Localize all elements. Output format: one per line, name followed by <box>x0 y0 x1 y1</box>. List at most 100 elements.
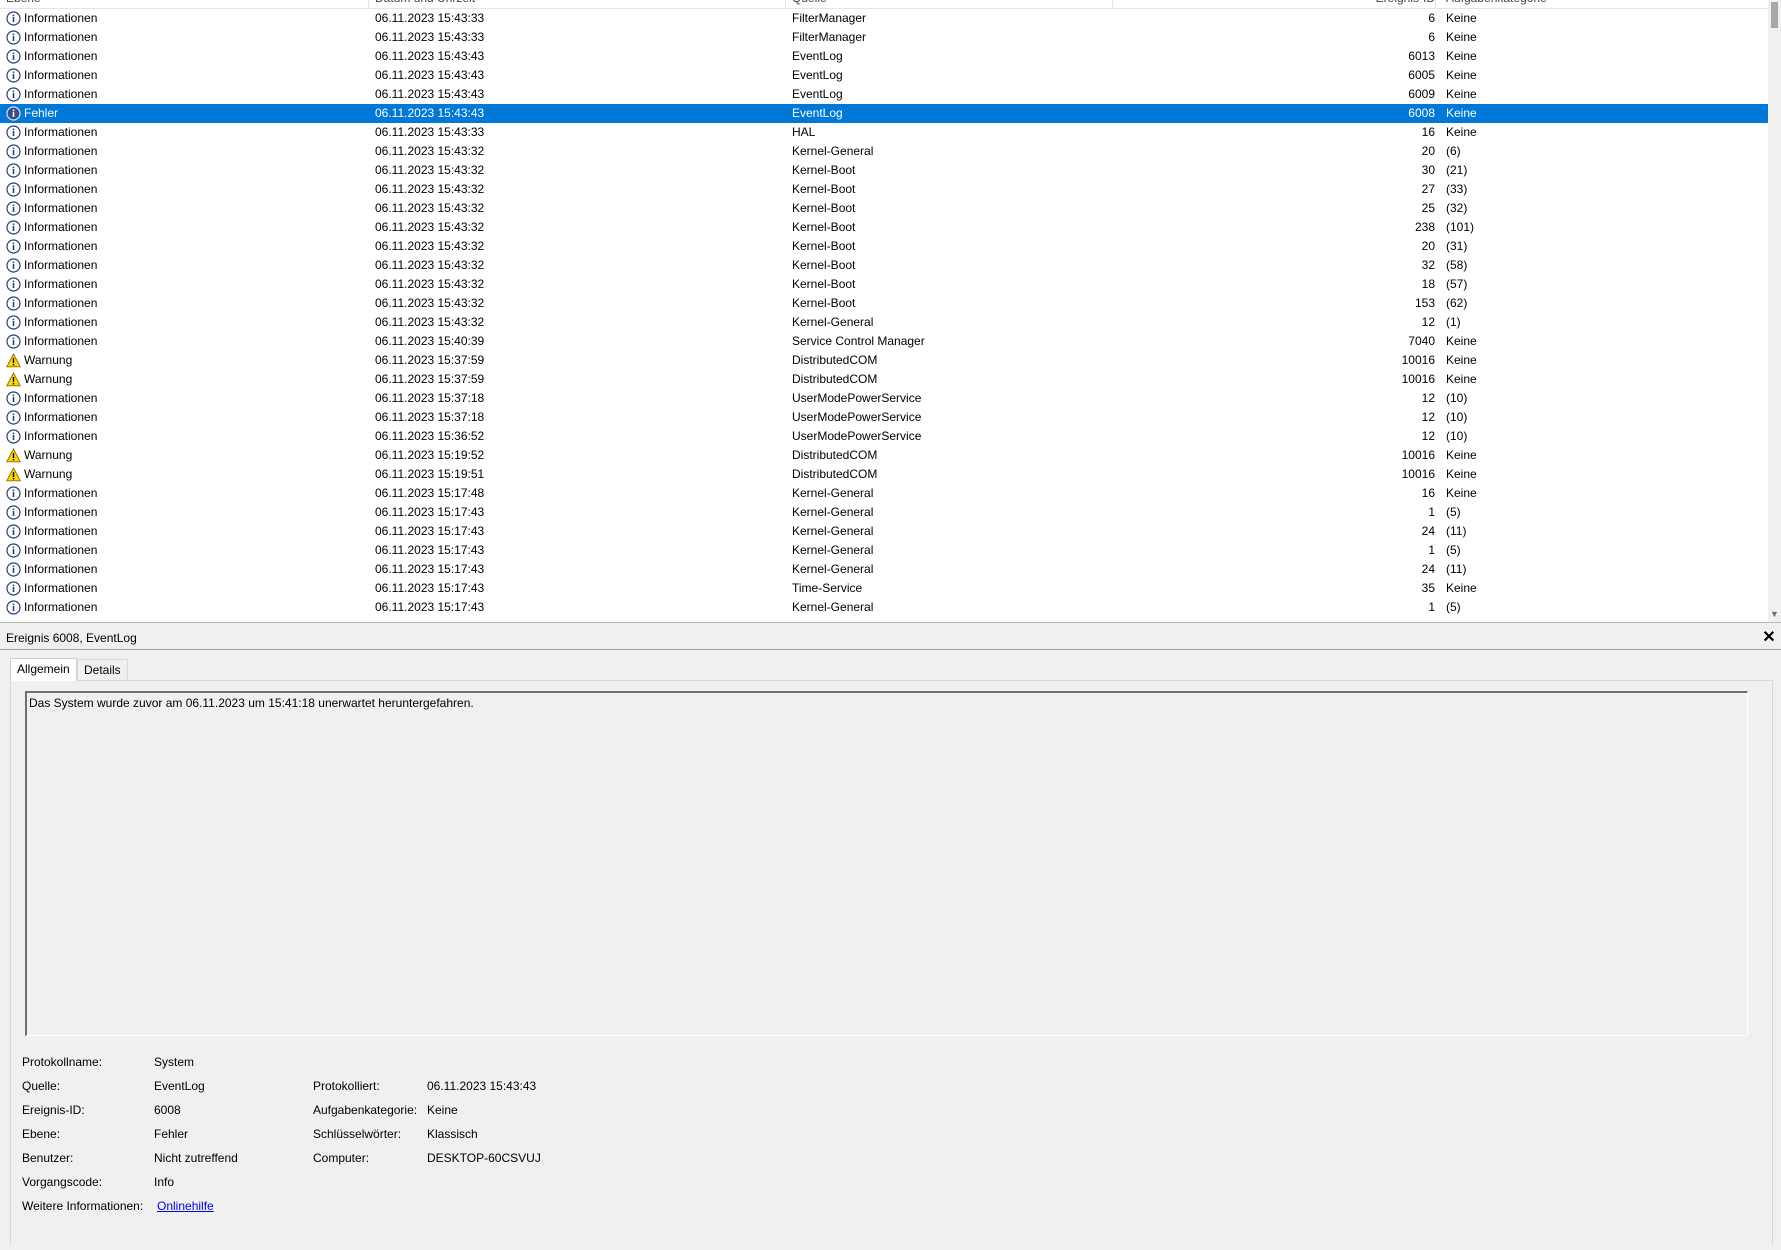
cell-category: (6) <box>1446 144 1461 158</box>
value-ereignis-id: 6008 <box>154 1103 181 1117</box>
tab-allgemein[interactable]: Allgemein <box>10 658 77 681</box>
value-protokollname: System <box>154 1055 195 1069</box>
cell-level: Warnung <box>24 353 73 367</box>
table-row[interactable]: Informationen 06.11.2023 15:43:32 Kernel-B… <box>0 256 1768 275</box>
table-row[interactable]: Informationen 06.11.2023 15:43:43 EventLog… <box>0 47 1768 66</box>
column-header-event-id[interactable]: Ereignis-ID <box>1120 0 1436 8</box>
label-vorgangscode: Vorgangscode: <box>22 1175 103 1189</box>
cell-category: (10) <box>1446 429 1468 443</box>
table-row[interactable]: Informationen 06.11.2023 15:43:33 HAL 16 Kei… <box>0 123 1768 142</box>
cell-category: Keine <box>1446 581 1477 595</box>
table-row[interactable]: Informationen 06.11.2023 15:43:33 FilterMa… <box>0 28 1768 47</box>
event-message-box[interactable]: Das System wurde zuvor am 06.11.2023 um … <box>25 691 1748 1036</box>
column-header-date[interactable]: Datum und Uhrzeit <box>375 0 786 8</box>
column-header-source[interactable]: Quelle <box>792 0 1113 8</box>
cell-event-id: 18 <box>1421 277 1435 291</box>
tab-details[interactable]: Details <box>77 659 128 680</box>
cell-level: Informationen <box>24 277 98 291</box>
table-row[interactable]: Warnung 06.11.2023 15:19:52 DistributedCOM… <box>0 446 1768 465</box>
cell-event-id: 6013 <box>1408 49 1435 63</box>
table-row[interactable]: Informationen 06.11.2023 15:43:32 Kernel-B… <box>0 237 1768 256</box>
table-row[interactable]: Fehler 06.11.2023 15:43:43 EventLog 6008 Kei… <box>0 104 1768 123</box>
table-row[interactable]: Informationen 06.11.2023 15:43:32 Kernel-B… <box>0 218 1768 237</box>
table-row[interactable]: Informationen 06.11.2023 15:40:39 Service … <box>0 332 1768 351</box>
cell-event-id: 6008 <box>1408 106 1435 120</box>
cell-level: Warnung <box>24 448 73 462</box>
cell-date: 06.11.2023 15:43:33 <box>375 30 485 44</box>
cell-source: UserModePowerService <box>792 429 922 443</box>
cell-date: 06.11.2023 15:19:51 <box>375 467 485 481</box>
table-row[interactable]: Informationen 06.11.2023 15:43:43 EventLog… <box>0 85 1768 104</box>
table-row[interactable]: Warnung 06.11.2023 15:19:51 DistributedCOM… <box>0 465 1768 484</box>
cell-date: 06.11.2023 15:17:43 <box>375 581 485 595</box>
table-row[interactable]: Warnung 06.11.2023 15:37:59 DistributedCOM… <box>0 351 1768 370</box>
close-icon[interactable]: ✕ <box>1761 627 1777 649</box>
cell-category: Keine <box>1446 448 1477 462</box>
table-row[interactable]: Informationen 06.11.2023 15:43:32 Kernel-G… <box>0 142 1768 161</box>
table-row[interactable]: Informationen 06.11.2023 15:43:32 Kernel-B… <box>0 294 1768 313</box>
cell-level: Informationen <box>24 11 98 25</box>
event-rows: Informationen 06.11.2023 15:43:33 FilterMa… <box>0 9 1768 617</box>
table-row[interactable]: Informationen 06.11.2023 15:17:43 Kernel-G… <box>0 503 1768 522</box>
cell-category: (11) <box>1446 562 1467 576</box>
label-protokollname: Protokollname: <box>22 1055 103 1069</box>
cell-source: DistributedCOM <box>792 448 878 462</box>
cell-event-id: 12 <box>1421 391 1435 405</box>
table-row[interactable]: Informationen 06.11.2023 15:43:32 Kernel-B… <box>0 161 1768 180</box>
cell-source: Kernel-Boot <box>792 239 856 253</box>
table-row[interactable]: Informationen 06.11.2023 15:17:43 Kernel-G… <box>0 522 1768 541</box>
column-header-category[interactable]: Aufgabenkategorie <box>1446 0 1746 8</box>
table-row[interactable]: Informationen 06.11.2023 15:43:32 Kernel-B… <box>0 199 1768 218</box>
label-quelle: Quelle: <box>22 1079 61 1093</box>
table-row[interactable]: Informationen 06.11.2023 15:43:43 EventLog… <box>0 66 1768 85</box>
table-row[interactable]: Informationen 06.11.2023 15:43:32 Kernel-B… <box>0 275 1768 294</box>
table-row[interactable]: Informationen 06.11.2023 15:37:18 UserMode… <box>0 389 1768 408</box>
value-protokolliert: 06.11.2023 15:43:43 <box>427 1079 537 1093</box>
cell-category: Keine <box>1446 467 1477 481</box>
cell-event-id: 24 <box>1421 524 1435 538</box>
cell-source: Kernel-Boot <box>792 182 856 196</box>
cell-category: Keine <box>1446 353 1477 367</box>
table-row[interactable]: Informationen 06.11.2023 15:17:43 Kernel-G… <box>0 598 1768 617</box>
cell-level: Informationen <box>24 258 98 272</box>
value-benutzer: Nicht zutreffend <box>154 1151 238 1165</box>
label-ebene: Ebene: <box>22 1127 61 1141</box>
cell-level: Informationen <box>24 410 98 424</box>
list-scrollbar[interactable]: ▼ <box>1768 0 1781 622</box>
cell-level: Informationen <box>24 581 98 595</box>
label-aufgabenkategorie: Aufgabenkategorie: <box>313 1103 418 1117</box>
cell-category: (11) <box>1446 524 1467 538</box>
cell-event-id: 10016 <box>1401 467 1435 481</box>
value-ebene: Fehler <box>154 1127 189 1141</box>
cell-source: Kernel-Boot <box>792 201 856 215</box>
cell-category: (31) <box>1446 239 1468 253</box>
cell-level: Informationen <box>24 296 98 310</box>
cell-level: Informationen <box>24 524 98 538</box>
table-row[interactable]: Informationen 06.11.2023 15:17:43 Time-Ser… <box>0 579 1768 598</box>
table-row[interactable]: Informationen 06.11.2023 15:37:18 UserMode… <box>0 408 1768 427</box>
table-row[interactable]: Informationen 06.11.2023 15:43:32 Kernel-G… <box>0 313 1768 332</box>
scroll-down-arrow-icon[interactable]: ▼ <box>1769 609 1780 620</box>
table-row[interactable]: Informationen 06.11.2023 15:17:43 Kernel-G… <box>0 541 1768 560</box>
cell-level: Informationen <box>24 315 98 329</box>
cell-event-id: 1 <box>1428 505 1435 519</box>
cell-source: UserModePowerService <box>792 410 922 424</box>
cell-date: 06.11.2023 15:43:32 <box>375 201 485 215</box>
table-row[interactable]: Informationen 06.11.2023 15:17:48 Kernel-G… <box>0 484 1768 503</box>
table-row[interactable]: Informationen 06.11.2023 15:36:52 UserMode… <box>0 427 1768 446</box>
table-row[interactable]: Informationen 06.11.2023 15:17:43 Kernel-G… <box>0 560 1768 579</box>
tab-page-allgemein: Das System wurde zuvor am 06.11.2023 um … <box>10 680 1773 1248</box>
cell-category: Keine <box>1446 68 1477 82</box>
scroll-thumb[interactable] <box>1771 2 1778 28</box>
column-header-level[interactable]: Ebene <box>6 0 369 8</box>
cell-level: Informationen <box>24 49 98 63</box>
cell-date: 06.11.2023 15:43:32 <box>375 315 485 329</box>
list-header: Ebene Datum und Uhrzeit Quelle Ereignis-… <box>0 0 1770 9</box>
table-row[interactable]: Informationen 06.11.2023 15:43:33 FilterMa… <box>0 9 1768 28</box>
table-row[interactable]: Informationen 06.11.2023 15:43:32 Kernel-B… <box>0 180 1768 199</box>
detail-title: Ereignis 6008, EventLog <box>6 631 137 645</box>
cell-category: (5) <box>1446 600 1461 614</box>
table-row[interactable]: Warnung 06.11.2023 15:37:59 DistributedCOM… <box>0 370 1768 389</box>
cell-source: Kernel-Boot <box>792 277 856 291</box>
online-help-link[interactable]: Onlinehilfe <box>157 1199 214 1213</box>
